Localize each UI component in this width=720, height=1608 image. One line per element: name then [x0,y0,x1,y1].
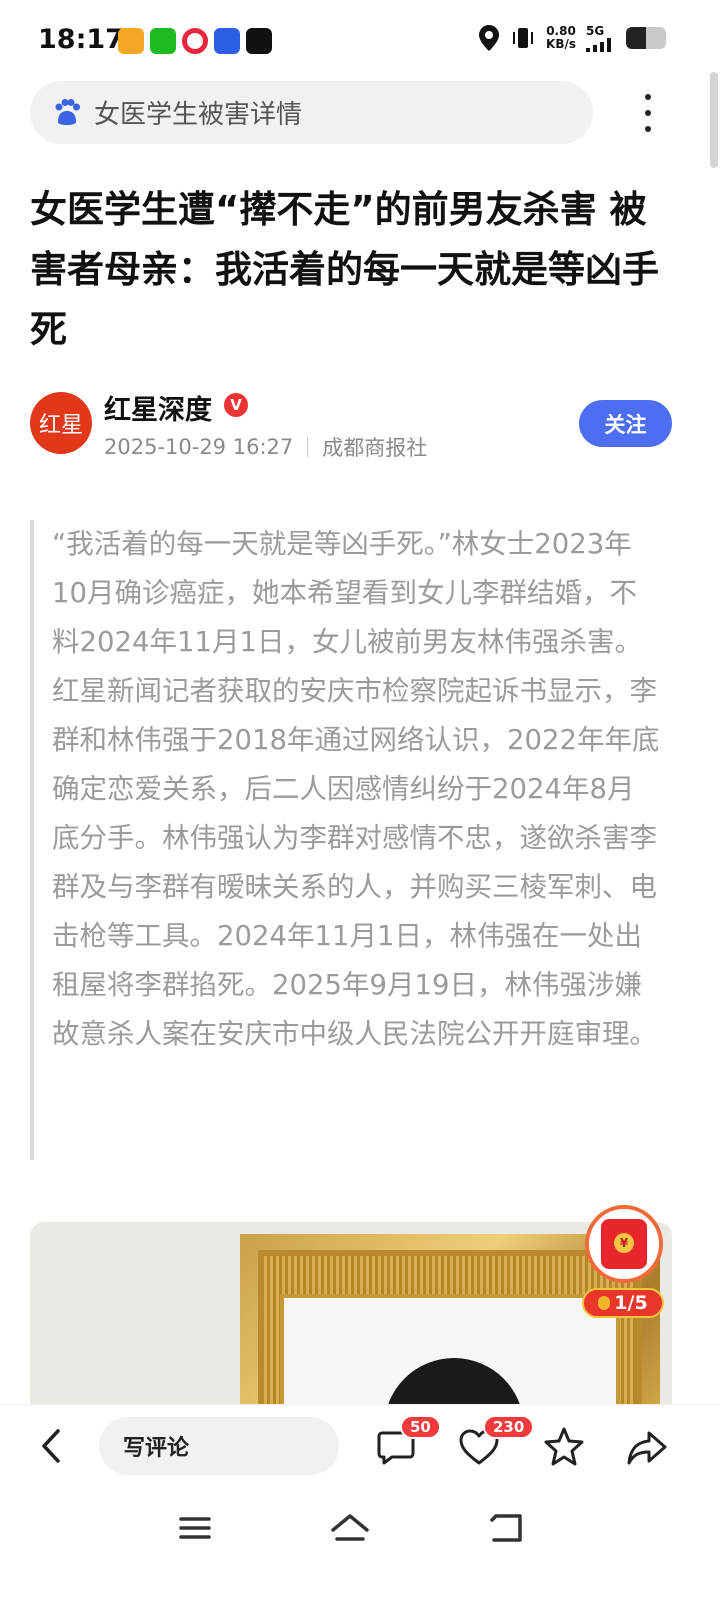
quote-paragraph: 红星新闻记者获取的安庆市检察院起诉书显示，李群和林伟强于2018年通过网络认识，… [52,675,660,1050]
vibrate-icon [513,28,534,48]
signal-group: 5G [586,23,616,52]
network-speed: 0.80 KB/s [546,25,576,51]
menu-icon[interactable] [170,1508,220,1548]
search-query: 女医学生被害详情 [94,100,303,130]
photo-frame-inner [280,1294,620,1412]
baidu-paw-icon [55,98,80,125]
author-meta: 2025-10-29 16:27 成都商报社 [104,432,427,462]
share-icon [627,1431,667,1465]
play-app-icon [246,28,272,54]
app-notification-icon [118,28,144,54]
location-icon [479,25,500,51]
page-scrollbar[interactable] [710,72,718,168]
network-speed-unit: KB/s [546,37,576,51]
quote-paragraph: “我活着的每一天就是等凶手死。”林女士2023年10月确诊癌症，她本希望看到女儿… [52,528,642,658]
comment-button[interactable]: 50 [374,1415,441,1469]
publish-date: 2025-10-29 16:27 [104,435,294,459]
favorite-button[interactable] [542,1425,586,1469]
follow-button[interactable]: 关注 [579,400,672,447]
red-packet-progress-text: 1/5 [614,1292,648,1314]
bottom-action-bar: 写评论 50 230 [0,1404,720,1488]
battery-fill [626,27,646,49]
like-button[interactable]: 230 [457,1415,535,1469]
system-navigation-bar [0,1488,720,1608]
red-envelope-icon: ¥ [601,1219,647,1269]
more-options-button[interactable] [630,90,666,136]
wechat-icon [150,28,176,54]
publisher-source: 成都商报社 [322,436,428,460]
article-quote-block: “我活着的每一天就是等凶手死。”林女士2023年10月确诊癌症，她本希望看到女儿… [30,520,660,1160]
status-bar: 18:17 0.80 KB/s 5G [0,0,720,80]
article-image[interactable] [30,1222,672,1412]
video-app-icon [182,28,208,54]
home-icon[interactable] [325,1508,375,1548]
return-icon[interactable] [482,1508,532,1548]
status-indicators: 0.80 KB/s 5G [478,24,666,52]
author-avatar-text: 红星 [38,413,83,438]
write-comment-input[interactable]: 写评论 [99,1417,339,1475]
meta-divider [307,437,309,457]
network-type: 5G [586,23,605,38]
flame-icon [598,1296,611,1310]
signal-icon [586,37,611,52]
more-dot [645,126,651,132]
star-icon [544,1427,584,1466]
notification-icons [118,28,272,54]
more-vertical-icon [645,94,651,100]
baidu-app-icon [214,28,240,54]
share-button[interactable] [625,1425,669,1469]
author-avatar[interactable]: 红星 [30,392,92,454]
battery-icon [626,27,666,49]
article-title: 女医学生遭“撵不走”的前男友杀害 被害者母亲：我活着的每一天就是等凶手死 [30,188,659,351]
comment-count-badge: 50 [400,1415,441,1439]
like-count-badge: 230 [483,1415,535,1439]
author-name[interactable]: 红星深度 [104,388,212,427]
search-box[interactable]: 女医学生被害详情 [30,81,593,144]
red-packet-button[interactable]: ¥ [585,1205,663,1283]
red-packet-progress[interactable]: 1/5 [582,1288,664,1318]
status-time: 18:17 [38,24,124,55]
verified-badge-icon: V [224,393,248,417]
back-arrow-icon[interactable] [32,1423,72,1469]
coin-icon: ¥ [614,1233,634,1253]
more-dot [645,110,651,116]
